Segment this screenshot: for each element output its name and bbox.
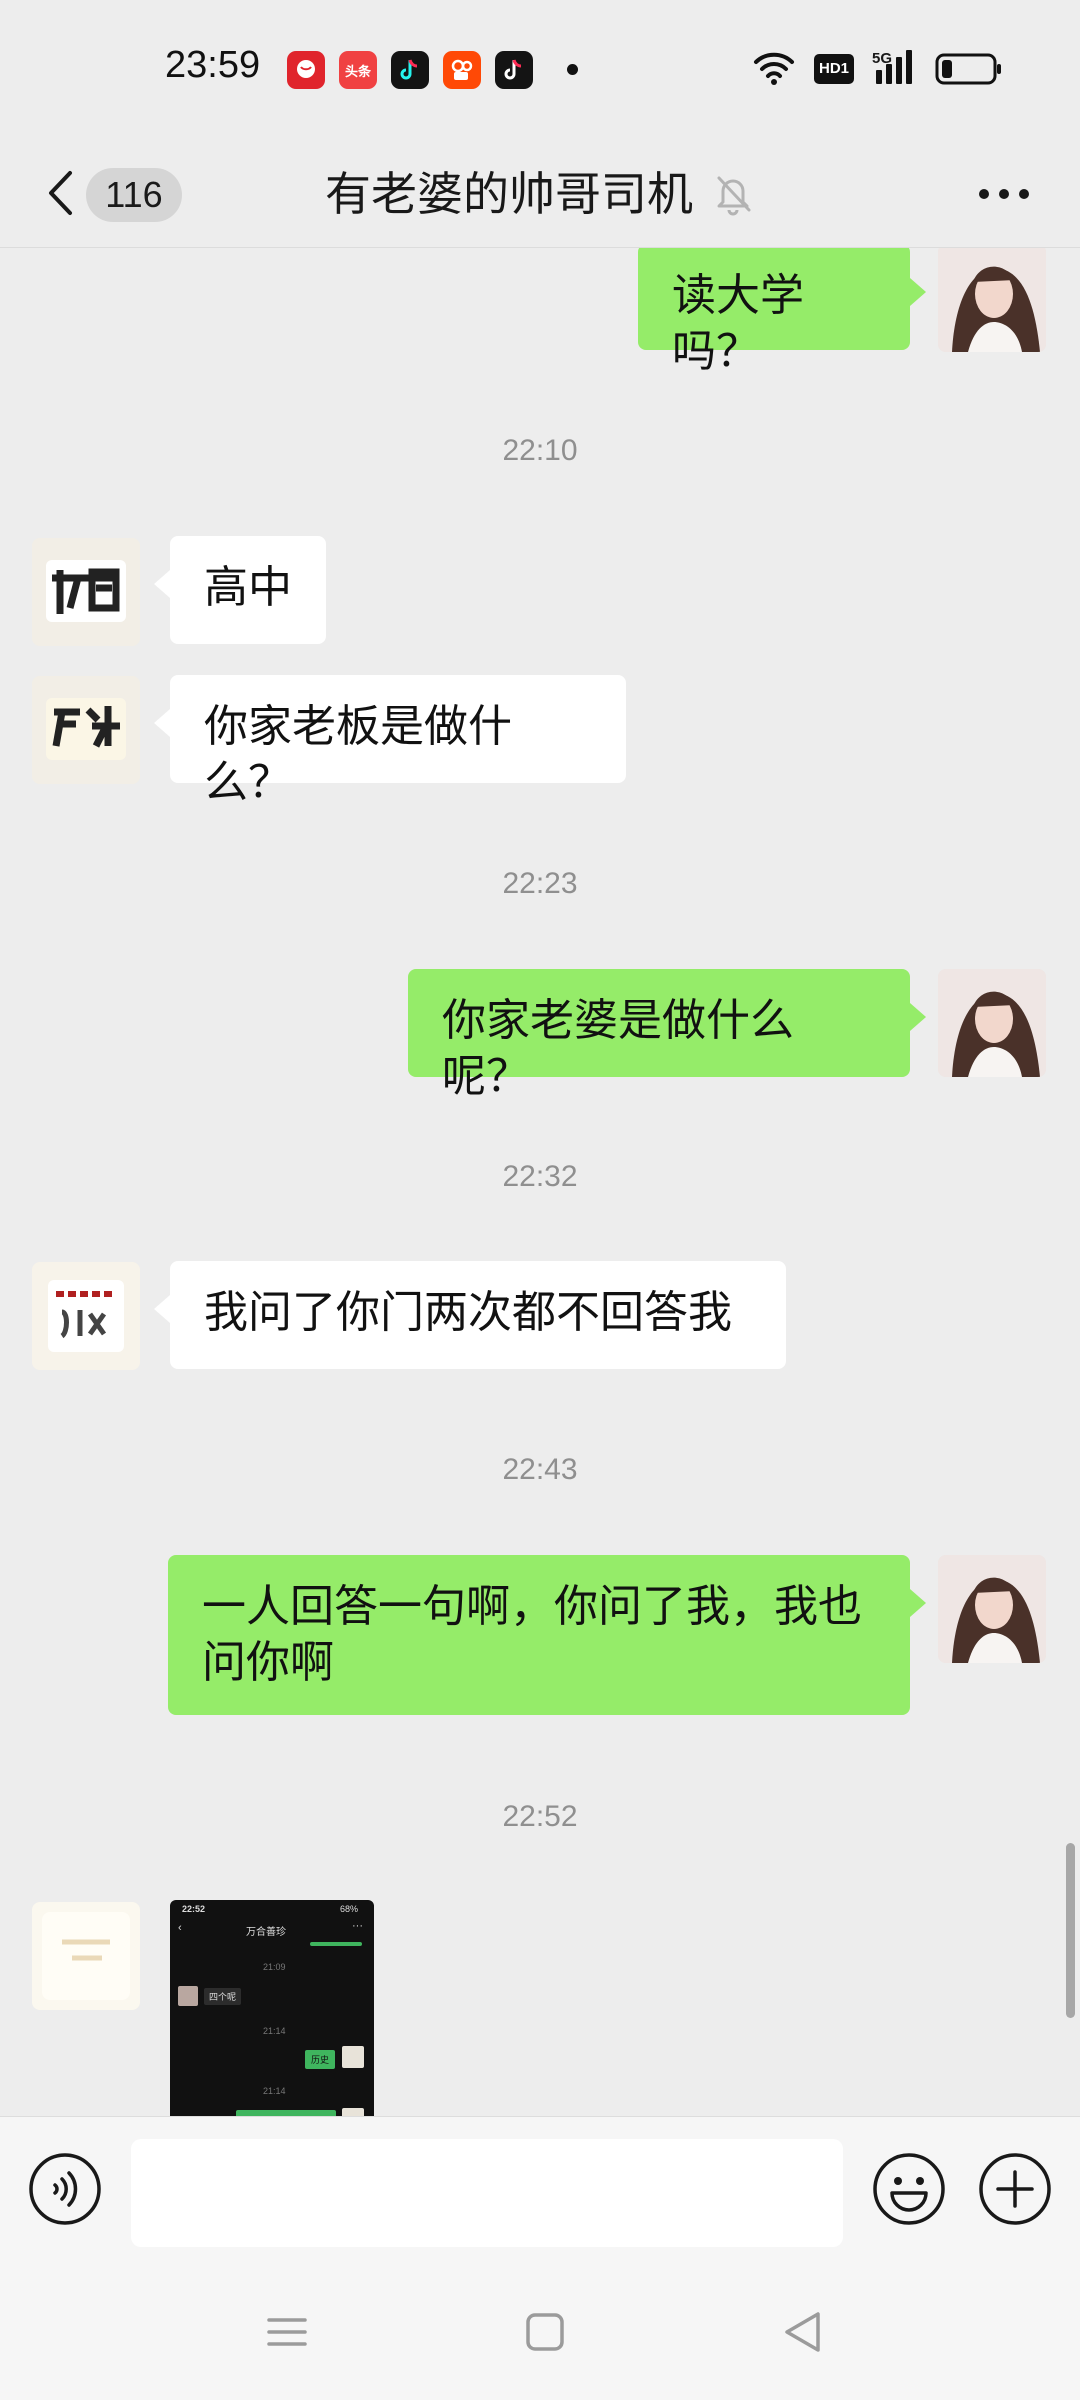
douyin-app-icon	[495, 51, 533, 89]
timestamp: 22:32	[502, 1160, 578, 1193]
avatar-self[interactable]	[938, 248, 1046, 352]
message-bubble-other[interactable]: 高中	[154, 536, 326, 644]
nav-back-button[interactable]	[773, 2302, 833, 2362]
thumb-green-bar	[310, 1942, 362, 1946]
timestamp: 22:43	[502, 1453, 578, 1486]
message-input[interactable]	[131, 2139, 843, 2247]
thumb-title: 万合善珍	[246, 1927, 286, 1938]
emoji-icon	[873, 2153, 945, 2225]
message-bubble-other[interactable]: 你家老板是做什么？	[154, 675, 626, 808]
battery-icon	[935, 53, 1003, 89]
douyin-lite-app-icon	[391, 51, 429, 89]
more-horizontal-icon	[979, 189, 1029, 199]
notification-dot	[567, 64, 578, 75]
thumb-time-2: 21:14	[263, 2026, 286, 2036]
voice-button[interactable]	[28, 2152, 102, 2226]
thumb-msg-1: 四个呢	[204, 1988, 242, 2005]
thumb-more-icon: ···	[352, 1920, 363, 1932]
thumb-avatar	[178, 1986, 198, 2006]
image-message-thumbnail[interactable]: 22:52 68% ‹ 万合善珍 ··· 21:09 四个呢 21:14 历史 …	[170, 1900, 374, 2116]
input-bar	[0, 2116, 1080, 2258]
emoji-button[interactable]	[872, 2152, 946, 2226]
pinduoduo-app-icon	[287, 51, 325, 89]
chat-message-list[interactable]: 读大学吗？ 22:10 高中 你家老板是做什么？ 22:23 你家老婆是做什么呢…	[0, 248, 1080, 2116]
thumb-status-time: 22:52	[182, 1904, 206, 1914]
system-navigation-bar	[0, 2258, 1080, 2400]
message-bubble-self[interactable]: 你家老婆是做什么呢？	[408, 969, 926, 1102]
timestamp: 22:23	[502, 867, 578, 900]
more-functions-button[interactable]	[978, 2152, 1052, 2226]
unread-count-badge[interactable]: 116	[86, 168, 182, 222]
message-bubble-self[interactable]: 一人回答一句啊，你问了我，我也问你啊	[168, 1555, 926, 1715]
more-options-button[interactable]	[974, 170, 1034, 218]
menu-icon	[267, 2318, 307, 2346]
chevron-left-icon	[49, 171, 72, 215]
toutiao-label: 头条	[344, 64, 371, 80]
avatar-self[interactable]	[938, 969, 1046, 1077]
avatar-other[interactable]	[32, 1902, 140, 2010]
nav-home-button[interactable]	[515, 2302, 575, 2362]
status-time: 23:59	[165, 44, 261, 86]
signal-icon	[874, 48, 920, 92]
thumb-status-battery: 68%	[340, 1904, 359, 1914]
toutiao-app-icon: 头条	[339, 51, 377, 89]
thumb-back-icon: ‹	[178, 1922, 182, 1934]
thumb-avatar-self	[342, 2108, 364, 2116]
home-square-icon	[526, 2313, 564, 2351]
avatar-other[interactable]	[32, 538, 140, 646]
chat-header: 116 有老婆的帅哥司机	[0, 140, 1080, 248]
message-bubble-self[interactable]: 读大学吗？	[638, 248, 926, 377]
thumb-time-1: 21:09	[263, 1962, 286, 1972]
voice-icon	[29, 2153, 101, 2225]
chat-title[interactable]: 有老婆的帅哥司机	[325, 160, 705, 228]
thumb-avatar-self	[342, 2046, 364, 2068]
avatar-self[interactable]	[938, 1555, 1046, 1663]
thumb-time-3: 21:14	[263, 2086, 286, 2096]
timestamp: 22:52	[502, 1800, 578, 1833]
back-button[interactable]	[34, 158, 86, 228]
hd-badge: HD1	[814, 54, 854, 84]
kuaishou-app-icon	[443, 51, 481, 89]
bell-off-icon	[713, 172, 753, 216]
message-bubble-other[interactable]: 我问了你门两次都不回答我	[154, 1261, 786, 1369]
nav-menu-button[interactable]	[257, 2302, 317, 2362]
timestamp: 22:10	[502, 434, 578, 467]
avatar-other[interactable]	[32, 676, 140, 784]
wifi-icon	[752, 48, 796, 92]
thumb-msg-2: 历史	[305, 2050, 336, 2069]
triangle-back-icon	[785, 2312, 820, 2352]
plus-circle-icon	[979, 2153, 1051, 2225]
chat-scrollbar[interactable]	[1066, 1843, 1075, 2018]
status-bar: 23:59 头条 HD1 5G	[0, 0, 1080, 140]
avatar-other[interactable]	[32, 1262, 140, 1370]
